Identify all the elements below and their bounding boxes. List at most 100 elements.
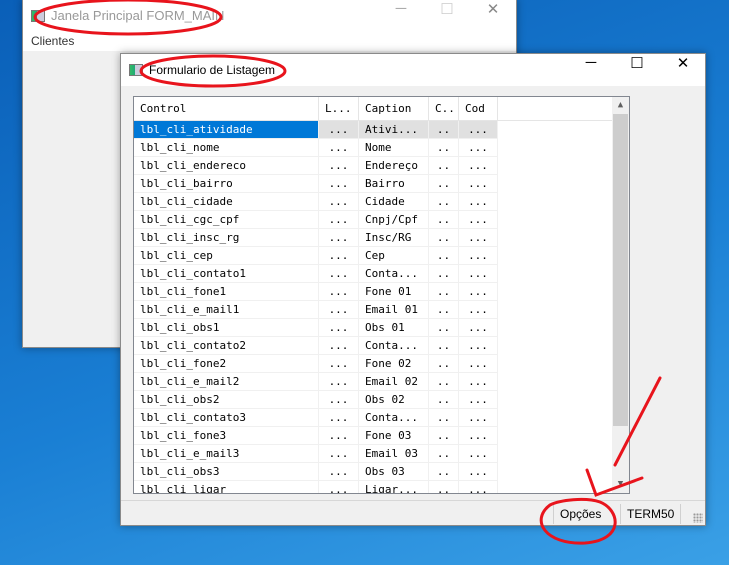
table-row[interactable]: lbl_cli_e_mail1... Email 01.....: [134, 301, 629, 319]
cell-control: lbl_cli_obs1: [134, 319, 319, 337]
table-row[interactable]: lbl_cli_contato1... Conta........: [134, 265, 629, 283]
table-row[interactable]: lbl_cli_contato3... Conta........: [134, 409, 629, 427]
cell-cod: ...: [459, 409, 498, 427]
table-row[interactable]: lbl_cli_atividade... Ativi........: [134, 121, 629, 139]
main-title-bar[interactable]: Janela Principal FORM_MAIN ─ ☐ ✕: [23, 0, 516, 31]
cell-c: ..: [429, 247, 459, 265]
table-row[interactable]: lbl_cli_fone3... Fone 03.....: [134, 427, 629, 445]
cell-c: ..: [429, 481, 459, 493]
cell-l: ...: [319, 337, 359, 355]
cell-control: lbl_cli_fone1: [134, 283, 319, 301]
cell-cod: ...: [459, 301, 498, 319]
cell-cod: ...: [459, 193, 498, 211]
cell-cod: ...: [459, 157, 498, 175]
cell-c: ..: [429, 427, 459, 445]
close-button[interactable]: ✕: [470, 0, 516, 18]
minimize-button[interactable]: ─: [568, 54, 614, 71]
table-row[interactable]: lbl_cli_ligar... Ligar........: [134, 481, 629, 493]
table-row[interactable]: lbl_cli_nome... Nome.....: [134, 139, 629, 157]
cell-control: lbl_cli_fone3: [134, 427, 319, 445]
dialog-title-bar[interactable]: Formulario de Listagem ─ ☐ ✕: [121, 54, 705, 86]
close-button[interactable]: ✕: [660, 54, 706, 72]
cell-cod: ...: [459, 265, 498, 283]
cell-c: ..: [429, 211, 459, 229]
cell-c: ..: [429, 445, 459, 463]
cell-caption: Insc/RG: [359, 229, 429, 247]
table-row[interactable]: lbl_cli_cgc_cpf... Cnpj/Cpf.....: [134, 211, 629, 229]
column-header-l[interactable]: L...: [319, 97, 359, 120]
cell-caption: Ativi...: [359, 121, 429, 139]
column-header-caption[interactable]: Caption: [359, 97, 429, 120]
column-header-cod[interactable]: Cod: [459, 97, 498, 120]
cell-cod: ...: [459, 445, 498, 463]
status-options[interactable]: Opções: [553, 504, 607, 524]
maximize-button[interactable]: ☐: [614, 54, 660, 72]
table-row[interactable]: lbl_cli_e_mail3... Email 03.....: [134, 445, 629, 463]
cell-caption: Email 01: [359, 301, 429, 319]
table-row[interactable]: lbl_cli_obs1... Obs 01.....: [134, 319, 629, 337]
app-icon: [129, 64, 143, 76]
cell-l: ...: [319, 355, 359, 373]
column-header-c[interactable]: C..: [429, 97, 459, 120]
vertical-scrollbar[interactable]: ▲ ▼: [612, 97, 629, 493]
cell-caption: Nome: [359, 139, 429, 157]
cell-l: ...: [319, 301, 359, 319]
cell-caption: Cnpj/Cpf: [359, 211, 429, 229]
cell-l: ...: [319, 445, 359, 463]
table-row[interactable]: lbl_cli_obs3... Obs 03.....: [134, 463, 629, 481]
cell-l: ...: [319, 193, 359, 211]
table-row[interactable]: lbl_cli_bairro... Bairro.....: [134, 175, 629, 193]
cell-control: lbl_cli_insc_rg: [134, 229, 319, 247]
cell-cod: ...: [459, 373, 498, 391]
cell-c: ..: [429, 229, 459, 247]
cell-cod: ...: [459, 391, 498, 409]
cell-control: lbl_cli_ligar: [134, 481, 319, 493]
scroll-down-icon[interactable]: ▼: [612, 476, 629, 493]
menu-clientes[interactable]: Clientes: [31, 34, 74, 48]
cell-caption: Fone 01: [359, 283, 429, 301]
table-row[interactable]: lbl_cli_endereco... Endereço.....: [134, 157, 629, 175]
cell-l: ...: [319, 157, 359, 175]
table-row[interactable]: lbl_cli_e_mail2... Email 02.....: [134, 373, 629, 391]
main-window-title: Janela Principal FORM_MAIN: [51, 8, 225, 23]
cell-cod: ...: [459, 139, 498, 157]
controls-list[interactable]: Control L... Caption C.. Cod lbl_cli_ati…: [133, 96, 630, 494]
scroll-up-icon[interactable]: ▲: [612, 97, 629, 114]
scroll-thumb[interactable]: [613, 114, 628, 426]
table-row[interactable]: lbl_cli_contato2... Conta........: [134, 337, 629, 355]
cell-l: ...: [319, 121, 359, 139]
cell-l: ...: [319, 247, 359, 265]
cell-c: ..: [429, 337, 459, 355]
cell-c: ..: [429, 319, 459, 337]
minimize-button[interactable]: ─: [378, 0, 424, 17]
table-row[interactable]: lbl_cli_obs2... Obs 02.....: [134, 391, 629, 409]
cell-l: ...: [319, 409, 359, 427]
cell-cod: ...: [459, 121, 498, 139]
cell-caption: Cidade: [359, 193, 429, 211]
cell-caption: Obs 01: [359, 319, 429, 337]
cell-caption: Endereço: [359, 157, 429, 175]
status-bar: Opções TERM50: [121, 500, 705, 525]
cell-cod: ...: [459, 355, 498, 373]
cell-control: lbl_cli_bairro: [134, 175, 319, 193]
cell-c: ..: [429, 301, 459, 319]
cell-l: ...: [319, 265, 359, 283]
status-terminal: TERM50: [620, 504, 682, 524]
cell-control: lbl_cli_fone2: [134, 355, 319, 373]
cell-l: ...: [319, 463, 359, 481]
cell-control: lbl_cli_atividade: [134, 121, 319, 139]
table-row[interactable]: lbl_cli_insc_rg... Insc/RG.....: [134, 229, 629, 247]
cell-caption: Email 03: [359, 445, 429, 463]
maximize-button[interactable]: ☐: [424, 0, 470, 18]
table-row[interactable]: lbl_cli_cep... Cep.....: [134, 247, 629, 265]
cell-l: ...: [319, 211, 359, 229]
cell-control: lbl_cli_cidade: [134, 193, 319, 211]
table-row[interactable]: lbl_cli_cidade... Cidade.....: [134, 193, 629, 211]
cell-control: lbl_cli_e_mail2: [134, 373, 319, 391]
cell-cod: ...: [459, 481, 498, 493]
table-row[interactable]: lbl_cli_fone1... Fone 01.....: [134, 283, 629, 301]
cell-l: ...: [319, 319, 359, 337]
column-header-control[interactable]: Control: [134, 97, 319, 120]
table-row[interactable]: lbl_cli_fone2... Fone 02.....: [134, 355, 629, 373]
resize-grip-icon[interactable]: [693, 513, 703, 523]
